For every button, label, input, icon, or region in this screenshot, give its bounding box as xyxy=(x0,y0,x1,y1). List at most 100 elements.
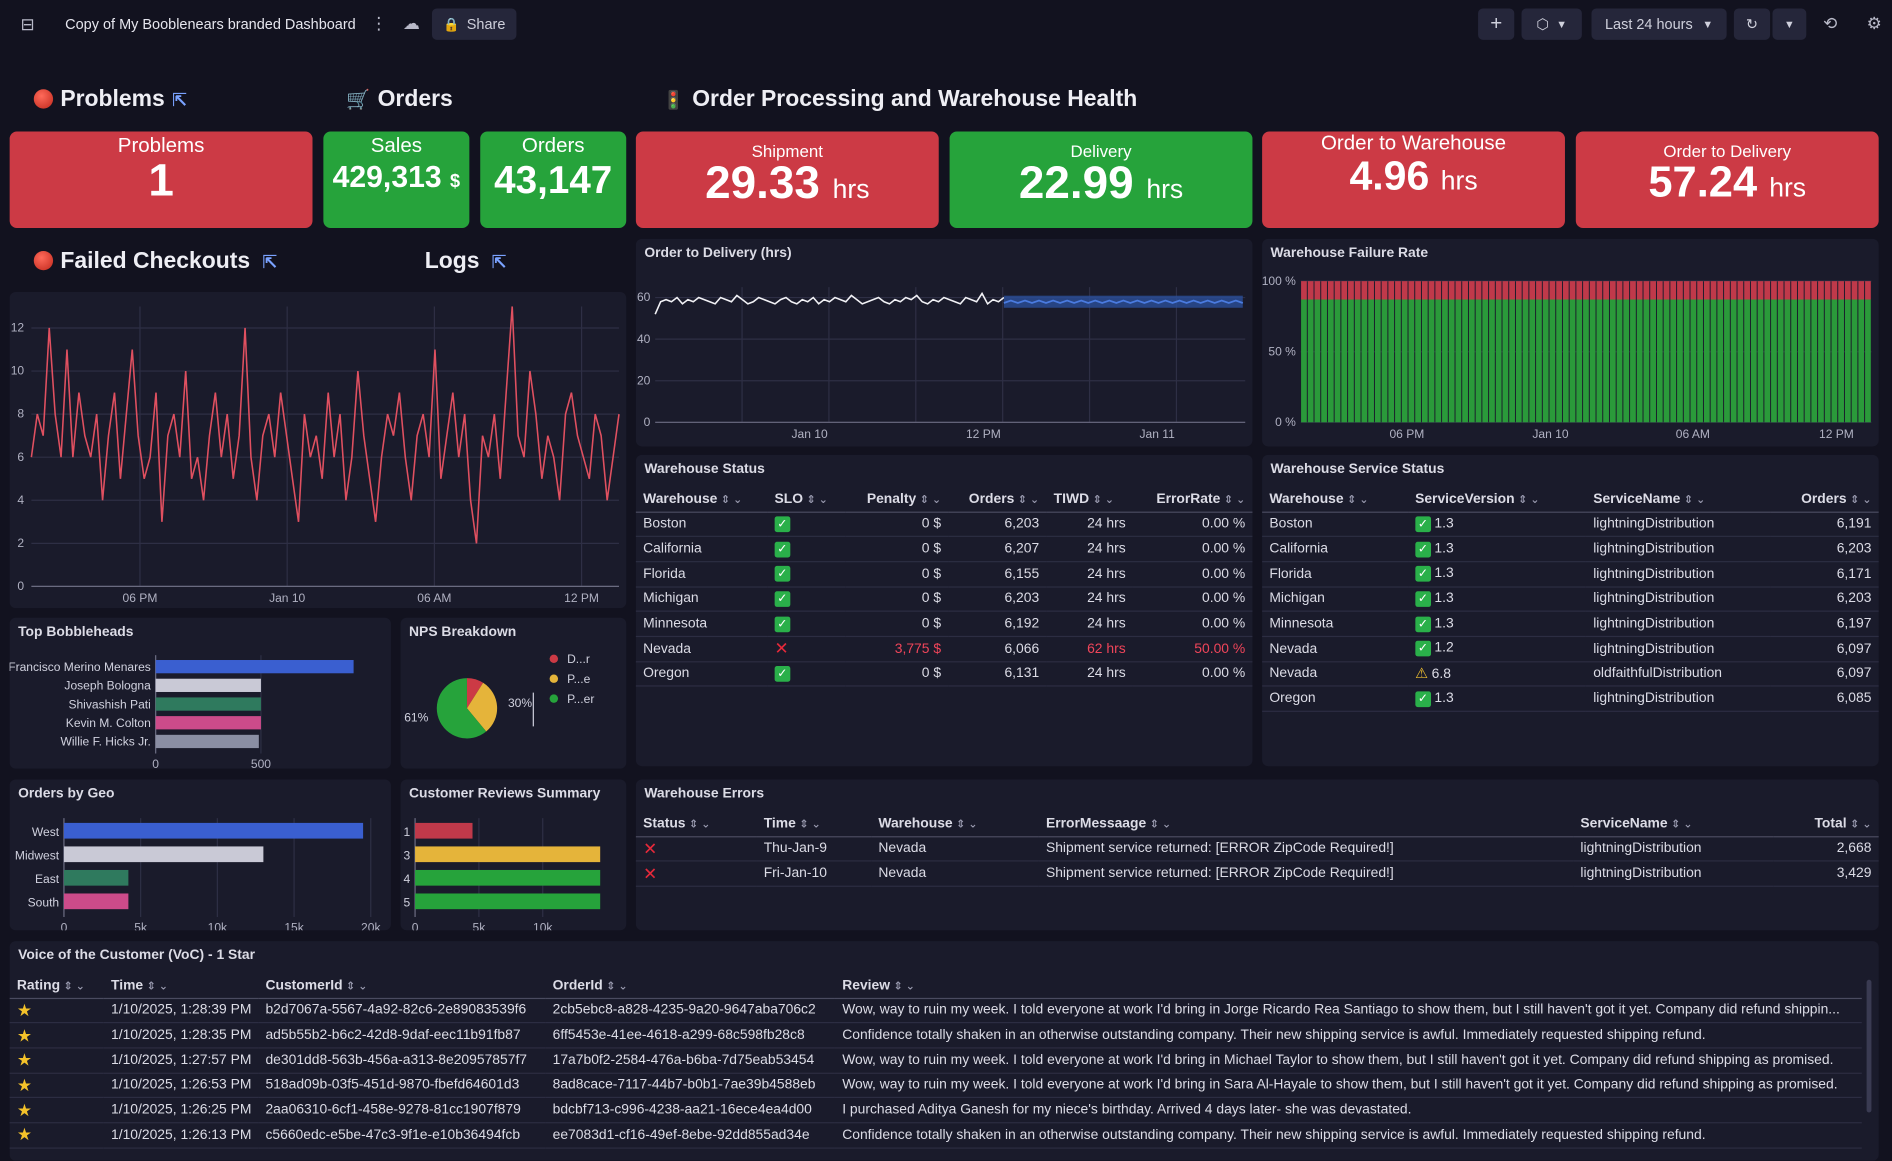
column-header[interactable]: Status ⇕ ⌄ xyxy=(635,812,757,837)
sort-icon[interactable]: ⇕ ⌄ xyxy=(1224,493,1245,505)
external-link-icon[interactable]: ⇱ xyxy=(262,252,277,273)
sort-icon[interactable]: ⇕ ⌄ xyxy=(1093,493,1114,505)
add-tile-button[interactable]: + xyxy=(1478,8,1515,40)
warehouse-failure-rate-chart[interactable]: 0 % 50 % 100 % 06 PM Jan 10 06 AM 12 PM xyxy=(1262,239,1879,447)
column-header[interactable]: Penalty ⇕ ⌄ xyxy=(845,487,949,513)
table-row[interactable]: ★ 1/10/2025, 1:28:39 PM b2d7067a-5567-4a92… xyxy=(9,997,1862,1024)
table-row[interactable]: Florida ✓ 0 $6,155 24 hrs 0.00 % xyxy=(635,561,1253,588)
table-row[interactable]: Minnesota ✓ 1.3 lightningDistribution 6,197 xyxy=(1262,611,1879,638)
sort-icon[interactable]: ⇕ ⌄ xyxy=(1518,493,1539,505)
table-row[interactable]: Michigan ✓ 0 $6,203 24 hrs 0.00 % xyxy=(635,586,1253,613)
sort-icon[interactable]: ⇕ ⌄ xyxy=(721,493,742,505)
table-row[interactable]: Boston ✓ 1.3 lightningDistribution 6,191 xyxy=(1262,511,1879,538)
table-row[interactable]: Nevada ⚠ 6.8 oldfaithfulDistribution 6,097 xyxy=(1262,661,1879,687)
column-header[interactable]: ServiceName ⇕ ⌄ xyxy=(1585,487,1770,513)
order-to-delivery-chart[interactable]: 0 20 40 60 Jan 10 12 PM Jan 11 xyxy=(636,239,1253,447)
more-menu-icon[interactable]: ⋮ xyxy=(370,13,387,34)
column-header[interactable]: Warehouse ⇕ ⌄ xyxy=(635,487,768,513)
sort-icon[interactable]: ⇕ ⌄ xyxy=(956,818,977,830)
top-bobbleheads-chart[interactable]: 0 500 Francisco Merino Menares Joseph Bolog… xyxy=(8,618,391,771)
column-header[interactable]: ServiceVersion ⇕ ⌄ xyxy=(1407,487,1586,513)
kpi-shipment[interactable]: Shipment 29.33 hrs xyxy=(635,131,939,229)
kpi-problems[interactable]: Problems 1 xyxy=(9,131,313,229)
external-link-icon[interactable]: ⇱ xyxy=(172,90,187,111)
table-row[interactable]: Oregon ✓ 1.3 lightningDistribution 6,085 xyxy=(1262,686,1879,712)
sidebar-toggle-icon[interactable]: ⊟ xyxy=(21,14,35,35)
table-row[interactable]: Boston ✓ 0 $6,203 24 hrs 0.00 % xyxy=(635,511,1253,538)
timeframe-selector[interactable]: Last 24 hours ▼ xyxy=(1591,8,1727,40)
column-header[interactable]: Orders ⇕ ⌄ xyxy=(948,487,1047,513)
sort-icon[interactable]: ⇕ ⌄ xyxy=(1671,818,1692,830)
refresh-options-button[interactable]: ▼ xyxy=(1772,8,1807,40)
column-header[interactable]: CustomerId ⇕ ⌄ xyxy=(258,973,546,999)
problems-header[interactable]: Problems ⇱ xyxy=(33,87,187,114)
column-header[interactable]: TIWD ⇕ ⌄ xyxy=(1046,487,1133,513)
table-row[interactable]: Oregon ✓ 0 $6,131 24 hrs 0.00 % xyxy=(635,661,1253,687)
nps-breakdown-chart[interactable]: 61% 30% D...r P...e P...er xyxy=(401,618,627,769)
sort-icon[interactable]: ⇕ ⌄ xyxy=(807,493,828,505)
fail-bar xyxy=(1683,281,1690,300)
segments-button[interactable]: ⬡ ▼ xyxy=(1521,8,1582,40)
sort-icon[interactable]: ⇕ ⌄ xyxy=(1684,493,1705,505)
sort-icon[interactable]: ⇕ ⌄ xyxy=(1850,818,1871,830)
table-row[interactable]: ★ 1/10/2025, 1:27:57 PM de301dd8-563b-456a… xyxy=(9,1047,1862,1074)
sort-icon[interactable]: ⇕ ⌄ xyxy=(606,979,627,991)
column-header[interactable]: Warehouse ⇕ ⌄ xyxy=(871,812,1039,837)
kpi-sales[interactable]: Sales 429,313 $ xyxy=(323,131,470,229)
y-tick-label: 0 xyxy=(644,415,651,429)
external-link-icon[interactable]: ⇱ xyxy=(492,252,507,273)
sort-icon[interactable]: ⇕ ⌄ xyxy=(1347,493,1368,505)
orders-by-geo-chart[interactable]: 0 5k 10k 15k 20k West Midwest East South xyxy=(10,779,391,934)
table-row[interactable]: ✕ Thu-Jan-9 Nevada Shipment service returne… xyxy=(635,836,1879,862)
column-header[interactable]: Total ⇕ ⌄ xyxy=(1773,812,1879,837)
kpi-order-to-warehouse[interactable]: Order to Warehouse 4.96 hrs xyxy=(1262,131,1565,229)
sort-icon[interactable]: ⇕ ⌄ xyxy=(346,979,367,991)
kpi-order-to-delivery[interactable]: Order to Delivery 57.24 hrs xyxy=(1575,131,1879,229)
sort-icon[interactable]: ⇕ ⌄ xyxy=(1018,493,1039,505)
sort-icon[interactable]: ⇕ ⌄ xyxy=(920,493,941,505)
table-row[interactable]: California ✓ 1.3 lightningDistribution 6,203 xyxy=(1262,536,1879,563)
sort-icon[interactable]: ⇕ ⌄ xyxy=(894,979,915,991)
table-row[interactable]: California ✓ 0 $6,207 24 hrs 0.00 % xyxy=(635,536,1253,563)
sort-icon[interactable]: ⇕ ⌄ xyxy=(689,818,710,830)
cloud-save-icon[interactable]: ☁ xyxy=(403,13,420,34)
table-row[interactable]: ★ 1/10/2025, 1:28:35 PM ad5b55b2-b6c2-42d8… xyxy=(9,1022,1862,1049)
failed-checkouts-chart[interactable]: 06 PM Jan 10 06 AM 12 PM 0 2 4 6 8 10 12 xyxy=(10,292,627,608)
table-row[interactable]: Nevada ✕ 3,775 $6,066 62 hrs 50.00 % xyxy=(635,636,1253,662)
table-row[interactable]: ✕ Fri-Jan-10 Nevada Shipment service return… xyxy=(635,861,1879,887)
column-header[interactable]: ErrorRate ⇕ ⌄ xyxy=(1132,487,1253,513)
logs-header[interactable]: Logs ⇱ xyxy=(425,249,507,276)
column-header[interactable]: Time ⇕ ⌄ xyxy=(756,812,872,837)
table-row[interactable]: ★ 1/10/2025, 1:26:13 PM c5660edc-e5be-47c3… xyxy=(9,1122,1862,1149)
column-header[interactable]: ServiceName ⇕ ⌄ xyxy=(1573,812,1774,837)
settings-icon[interactable]: ⚙ xyxy=(1867,13,1882,34)
customer-reviews-chart[interactable]: 0 5k 10k 1 3 4 5 xyxy=(401,779,627,934)
failed-checkouts-header[interactable]: Failed Checkouts ⇱ xyxy=(33,249,278,276)
table-row[interactable]: ★ 1/10/2025, 1:26:53 PM 518ad09b-03f5-451d… xyxy=(9,1072,1862,1099)
kpi-orders[interactable]: Orders 43,147 xyxy=(480,131,627,229)
column-header[interactable]: OrderId ⇕ ⌄ xyxy=(545,973,835,999)
column-header[interactable]: Rating ⇕ ⌄ xyxy=(9,973,104,999)
table-row[interactable]: Michigan ✓ 1.3 lightningDistribution 6,203 xyxy=(1262,586,1879,613)
column-header[interactable]: Warehouse ⇕ ⌄ xyxy=(1262,487,1408,513)
table-row[interactable]: Minnesota ✓ 0 $6,192 24 hrs 0.00 % xyxy=(635,611,1253,638)
refresh-button[interactable]: ↻ xyxy=(1733,8,1771,40)
column-header[interactable]: Time ⇕ ⌄ xyxy=(103,973,259,999)
dashboard-title[interactable]: Copy of My Booblenears branded Dashboard xyxy=(65,16,356,33)
sort-icon[interactable]: ⇕ ⌄ xyxy=(147,979,168,991)
column-header[interactable]: SLO ⇕ ⌄ xyxy=(767,487,846,513)
column-header[interactable]: Review ⇕ ⌄ xyxy=(834,973,1862,999)
table-row[interactable]: Nevada ✓ 1.2 lightningDistribution 6,097 xyxy=(1262,636,1879,662)
table-row[interactable]: Florida ✓ 1.3 lightningDistribution 6,171 xyxy=(1262,561,1879,588)
sort-icon[interactable]: ⇕ ⌄ xyxy=(64,979,85,991)
share-button[interactable]: 🔒 Share xyxy=(431,8,517,40)
history-icon[interactable]: ⟲ xyxy=(1823,13,1837,34)
table-row[interactable]: ★ 1/10/2025, 1:26:25 PM 2aa06310-6cf1-458e… xyxy=(9,1097,1862,1124)
sort-icon[interactable]: ⇕ ⌄ xyxy=(1850,493,1871,505)
column-header[interactable]: Orders ⇕ ⌄ xyxy=(1769,487,1879,513)
column-header[interactable]: ErrorMessaage ⇕ ⌄ xyxy=(1038,812,1574,837)
kpi-delivery[interactable]: Delivery 22.99 hrs xyxy=(949,131,1253,229)
sort-icon[interactable]: ⇕ ⌄ xyxy=(799,818,820,830)
sort-icon[interactable]: ⇕ ⌄ xyxy=(1150,818,1171,830)
scrollbar[interactable] xyxy=(1866,979,1872,1113)
